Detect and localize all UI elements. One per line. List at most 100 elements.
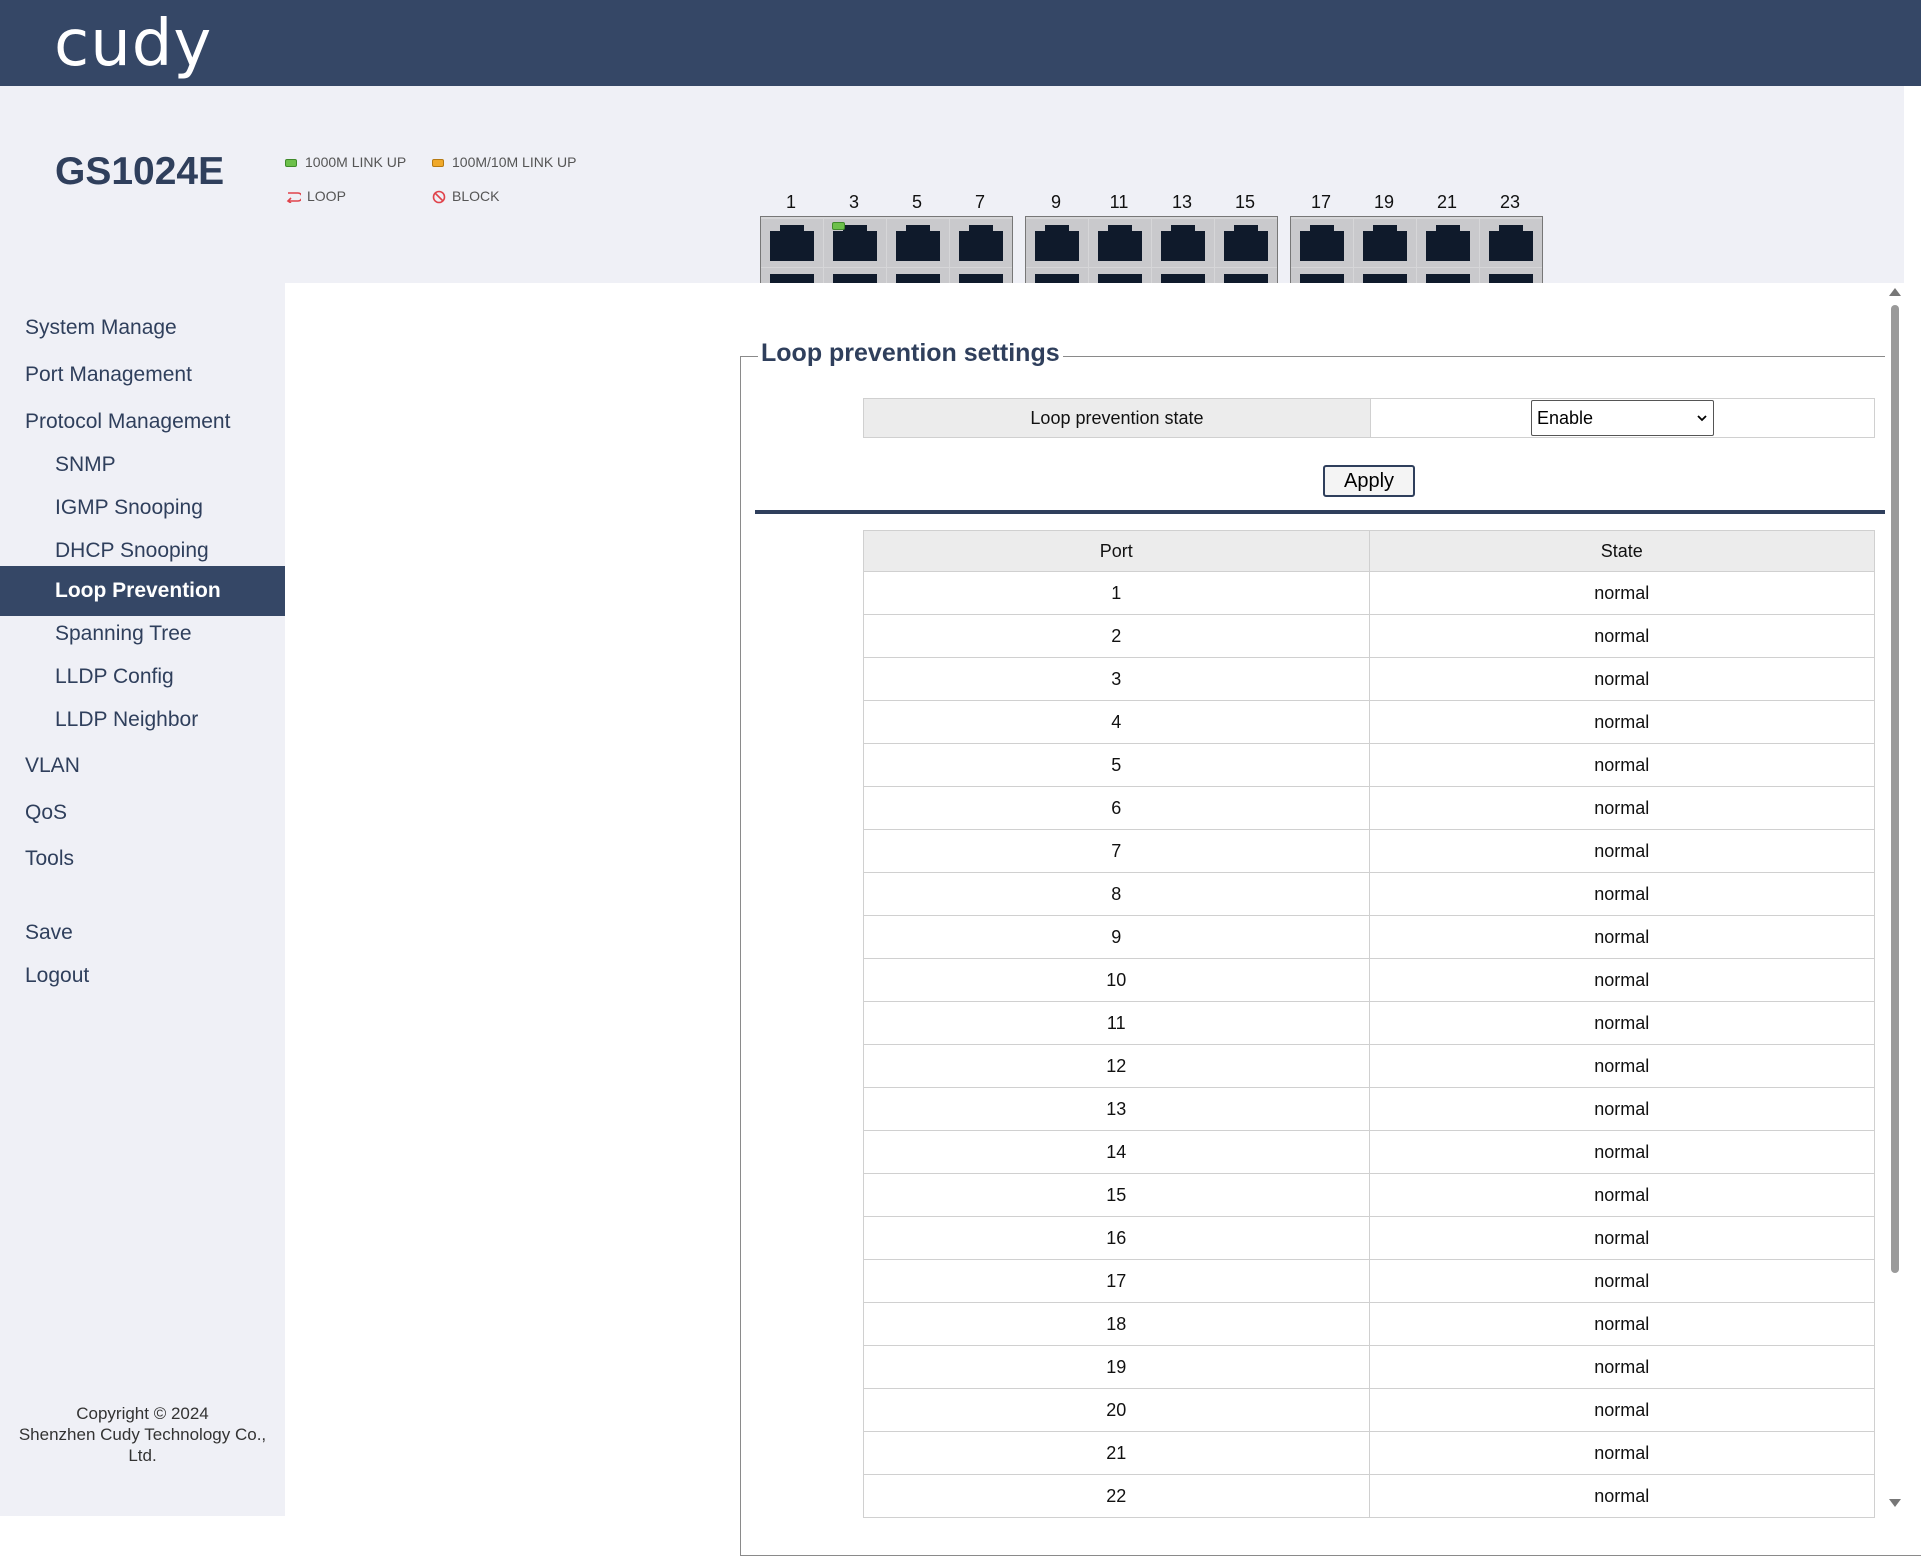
- port-9-jack-icon[interactable]: [1026, 219, 1088, 267]
- top-bar: cudy: [0, 0, 1921, 86]
- table-row: 3 normal: [863, 657, 1875, 701]
- table-row: 19 normal: [863, 1345, 1875, 1389]
- sidebar-item-label: Port Management: [25, 363, 192, 386]
- port-cell: 16: [863, 1216, 1370, 1260]
- port-cell: 3: [863, 657, 1370, 701]
- port-13-jack-icon[interactable]: [1152, 219, 1214, 267]
- port-number: 17: [1310, 192, 1332, 212]
- port-cell: 19: [863, 1345, 1370, 1389]
- table-row: 9 normal: [863, 915, 1875, 959]
- port-number: 11: [1109, 192, 1129, 212]
- sidebar-item-tools[interactable]: Tools: [0, 834, 285, 884]
- table-row: 12 normal: [863, 1044, 1875, 1088]
- scroll-up-icon[interactable]: [1889, 288, 1901, 296]
- port-cell: 20: [863, 1388, 1370, 1432]
- sidebar-item-vlan[interactable]: VLAN: [0, 741, 285, 791]
- port-cell: 11: [863, 1001, 1370, 1045]
- legend-label: LOOP: [307, 188, 346, 204]
- block-icon: [432, 190, 446, 204]
- port-17-jack-icon[interactable]: [1291, 219, 1353, 267]
- orange-swatch-icon: [432, 159, 444, 168]
- state-cell: normal: [1368, 571, 1875, 615]
- port-3-jack-icon[interactable]: [824, 219, 886, 267]
- sidebar-item-system-manage[interactable]: System Manage: [0, 303, 285, 353]
- table-row: 4 normal: [863, 700, 1875, 744]
- port-number: 9: [1050, 192, 1061, 212]
- port-5-jack-icon[interactable]: [887, 219, 949, 267]
- table-row: 17 normal: [863, 1259, 1875, 1303]
- device-model: GS1024E: [55, 150, 225, 193]
- port-19-jack-icon[interactable]: [1354, 219, 1416, 267]
- scroll-thumb[interactable]: [1891, 305, 1899, 1273]
- port-number: 1: [785, 192, 796, 212]
- port-cell: 9: [863, 915, 1370, 959]
- state-cell: normal: [1368, 700, 1875, 744]
- loop-state-select[interactable]: Enable: [1531, 400, 1714, 436]
- scroll-down-icon[interactable]: [1889, 1499, 1901, 1507]
- sidebar-item-label: LLDP Neighbor: [55, 708, 199, 731]
- table-row: 22 normal: [863, 1474, 1875, 1518]
- port-cell: 15: [863, 1173, 1370, 1217]
- port-state-table: Port State 1 normal 2 normal 3 normal 4 normal 5…: [863, 530, 1875, 1518]
- table-row: 21 normal: [863, 1431, 1875, 1475]
- port-cell: 12: [863, 1044, 1370, 1088]
- port-21-jack-icon[interactable]: [1417, 219, 1479, 267]
- sidebar-item-logout[interactable]: Logout: [0, 951, 285, 1001]
- sidebar-item-label: Tools: [25, 847, 75, 870]
- state-cell: normal: [1368, 786, 1875, 830]
- legend-1000m: 1000M LINK UP: [285, 154, 406, 170]
- table-row: 11 normal: [863, 1001, 1875, 1045]
- copyright-line: Ltd.: [128, 1446, 157, 1465]
- table-row: 16 normal: [863, 1216, 1875, 1260]
- table-row: 8 normal: [863, 872, 1875, 916]
- legend-100m: 100M/10M LINK UP: [432, 154, 577, 170]
- sidebar: System Manage Port Management Protocol Man…: [0, 283, 285, 1516]
- state-cell: normal: [1368, 915, 1875, 959]
- state-cell: normal: [1368, 1173, 1875, 1217]
- table-row: 20 normal: [863, 1388, 1875, 1432]
- port-15-jack-icon[interactable]: [1215, 219, 1277, 267]
- port-cell: 6: [863, 786, 1370, 830]
- port-cell: 10: [863, 958, 1370, 1002]
- port-cell: 13: [863, 1087, 1370, 1131]
- state-cell: normal: [1368, 958, 1875, 1002]
- port-cell: 21: [863, 1431, 1370, 1475]
- sidebar-item-port-management[interactable]: Port Management: [0, 350, 285, 400]
- port-11-jack-icon[interactable]: [1089, 219, 1151, 267]
- sidebar-item-label: Logout: [25, 964, 90, 987]
- apply-button[interactable]: Apply: [1323, 465, 1415, 497]
- state-cell: normal: [1368, 1259, 1875, 1303]
- chevron-down-icon: [1697, 415, 1707, 422]
- sidebar-item-lldp-neighbor[interactable]: LLDP Neighbor: [0, 695, 285, 745]
- state-cell: normal: [1368, 614, 1875, 658]
- port-number: 3: [848, 192, 859, 212]
- port-number: 19: [1373, 192, 1395, 212]
- column-header-port: Port: [863, 530, 1370, 572]
- port-1-jack-icon[interactable]: [761, 219, 823, 267]
- port-number: 23: [1499, 192, 1521, 212]
- state-cell: normal: [1368, 1431, 1875, 1475]
- section-divider: [755, 510, 1921, 514]
- cudy-logo: cudy: [54, 7, 213, 81]
- port-cell: 22: [863, 1474, 1370, 1518]
- scrollbar[interactable]: [1885, 283, 1904, 1516]
- port-cell: 17: [863, 1259, 1370, 1303]
- window-edge: [1904, 86, 1921, 1516]
- port-23-jack-icon[interactable]: [1480, 219, 1542, 267]
- link-led-icon: [832, 222, 845, 230]
- port-7-jack-icon[interactable]: [950, 219, 1012, 267]
- select-value: Enable: [1537, 408, 1594, 428]
- table-row: 5 normal: [863, 743, 1875, 787]
- state-cell: normal: [1368, 1388, 1875, 1432]
- device-panel: GS1024E 1000M LINK UP 100M/10M LINK UP L…: [0, 86, 1904, 344]
- state-cell: normal: [1368, 1044, 1875, 1088]
- table-row: 7 normal: [863, 829, 1875, 873]
- sidebar-item-qos[interactable]: QoS: [0, 788, 285, 838]
- state-cell: normal: [1368, 743, 1875, 787]
- legend-label: 1000M LINK UP: [305, 154, 407, 170]
- state-cell: normal: [1368, 1001, 1875, 1045]
- port-cell: 8: [863, 872, 1370, 916]
- legend-block: BLOCK: [432, 188, 499, 204]
- state-cell: normal: [1368, 1087, 1875, 1131]
- table-row: 6 normal: [863, 786, 1875, 830]
